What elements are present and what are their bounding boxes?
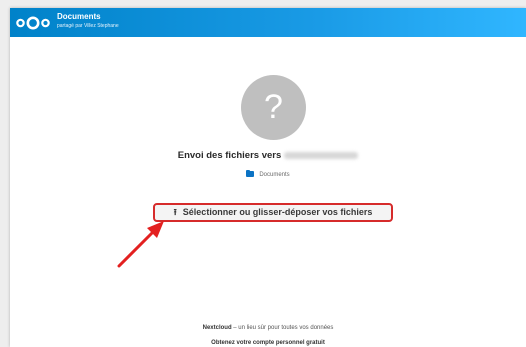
footer-tagline-text: – un lieu sûr pour toutes vos données [231,325,334,331]
upload-heading: Envoi des fichiers vers [10,150,526,162]
folder-icon [246,169,255,177]
owner-avatar: ? [241,75,306,140]
upload-icon: ⭱ [173,207,177,217]
signup-link[interactable]: Obtenez votre compte personnel gratuit [10,339,526,347]
folder-name: Documents [259,172,290,178]
nextcloud-logo-icon[interactable] [15,15,51,31]
upload-heading-text: Envoi des fichiers vers [177,150,282,161]
target-folder: Documents [10,169,526,179]
select-files-button[interactable]: ⭱ Sélectionner ou glisser-déposer vos fic… [153,203,393,222]
footer-brand[interactable]: Nextcloud [203,325,232,331]
share-title: Documents [57,12,101,21]
top-header-bar: Documents partagé par Villez Stephane [10,8,526,37]
browser-page: Documents partagé par Villez Stephane ? … [10,8,526,347]
select-files-label: Sélectionner ou glisser-déposer vos fich… [182,207,373,217]
question-mark-icon: ? [264,88,283,126]
footer-tagline: Nextcloud – un lieu sûr pour toutes vos … [10,324,526,332]
share-owner-subtitle: partagé par Villez Stephane [57,23,119,29]
blurred-owner-name [284,151,359,159]
